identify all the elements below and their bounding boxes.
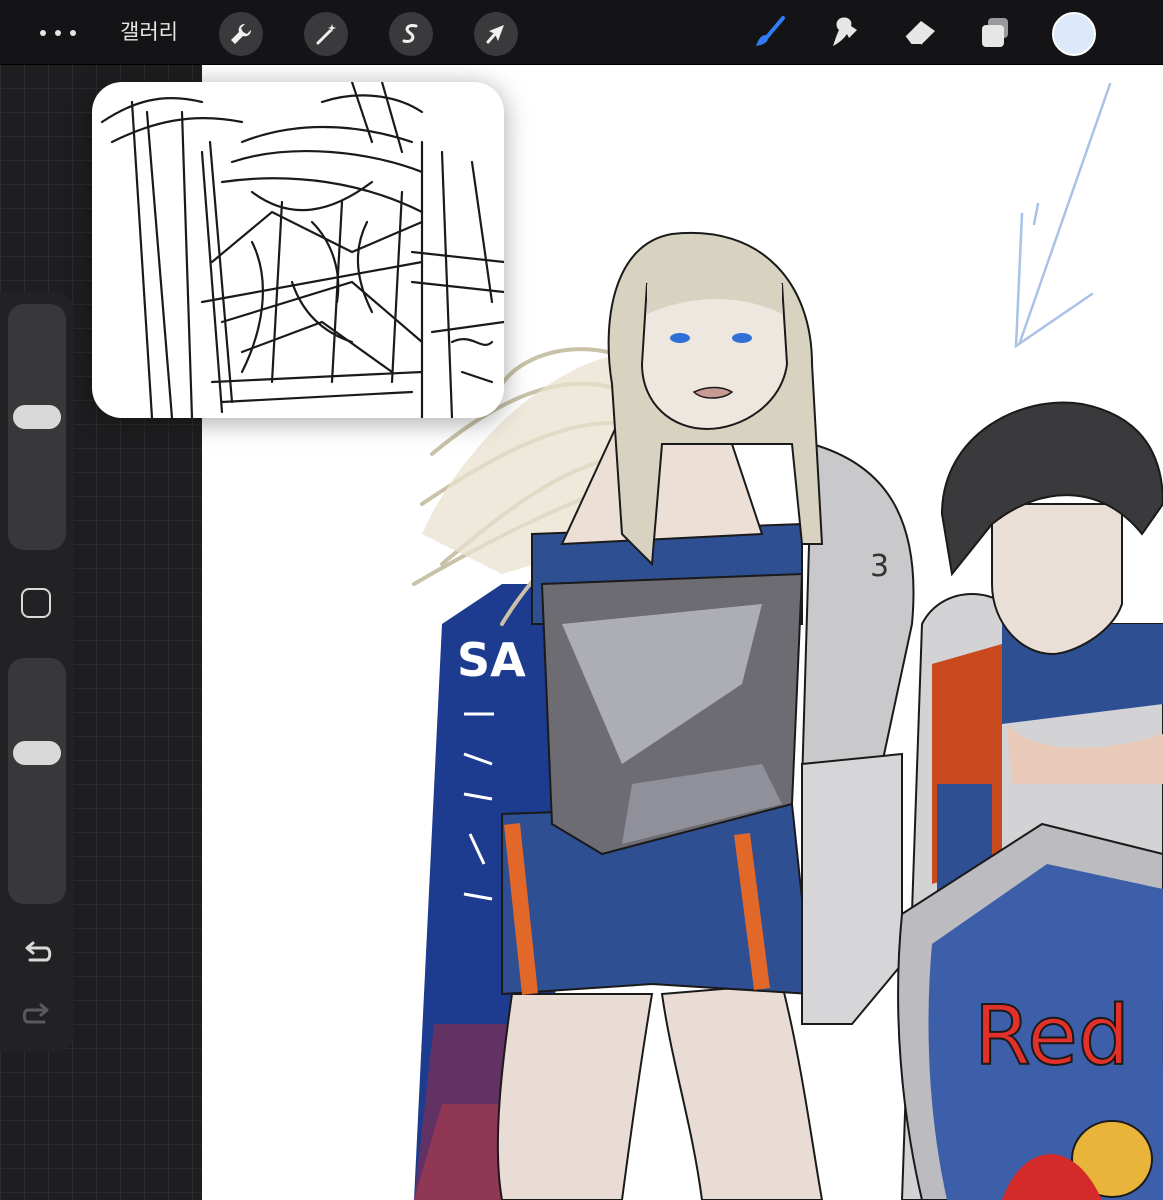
adjustments-button[interactable] — [304, 12, 348, 56]
opacity-thumb[interactable] — [13, 740, 61, 765]
svg-text:3: 3 — [870, 549, 889, 584]
right-leg — [660, 982, 824, 1200]
opacity-slider[interactable] — [8, 658, 66, 904]
sketch-arrow — [1014, 82, 1112, 349]
gallery-button[interactable]: 갤러리 — [120, 16, 178, 48]
cape-text: SA — [457, 633, 526, 687]
arm — [801, 752, 903, 1025]
wrench-icon — [231, 23, 252, 44]
actions-button[interactable] — [219, 12, 263, 56]
top-toolbar: 갤러리 — [0, 0, 1163, 65]
brush-tool-button[interactable] — [748, 12, 792, 52]
brush-size-slider[interactable] — [8, 304, 66, 550]
smudge-tool-button[interactable] — [823, 12, 867, 52]
brush-icon — [756, 16, 785, 46]
more-options-icon[interactable] — [40, 30, 84, 36]
left-eye — [670, 333, 690, 343]
transform-button[interactable] — [474, 12, 518, 56]
redo-icon[interactable] — [20, 1002, 54, 1030]
layers-button[interactable] — [973, 12, 1017, 52]
eraser-tool-button[interactable] — [898, 12, 942, 52]
left-sidebar — [0, 292, 74, 1052]
transform-arrow-icon — [486, 25, 504, 44]
undo-icon[interactable] — [20, 940, 54, 968]
magic-wand-icon — [316, 24, 336, 45]
right-eye — [732, 333, 752, 343]
eraser-icon — [904, 21, 935, 46]
second-face — [991, 503, 1123, 656]
selection-icon — [402, 24, 418, 43]
color-picker-button[interactable] — [1052, 12, 1096, 56]
layers-icon — [982, 18, 1008, 47]
selection-button[interactable] — [389, 12, 433, 56]
modifier-button[interactable] — [21, 588, 51, 618]
shield-text: Red B — [974, 989, 1163, 1084]
reference-sketch — [100, 82, 504, 418]
reference-window[interactable] — [92, 82, 504, 418]
smudge-icon — [833, 17, 857, 46]
left-leg — [496, 993, 654, 1200]
brush-size-thumb[interactable] — [13, 404, 61, 429]
